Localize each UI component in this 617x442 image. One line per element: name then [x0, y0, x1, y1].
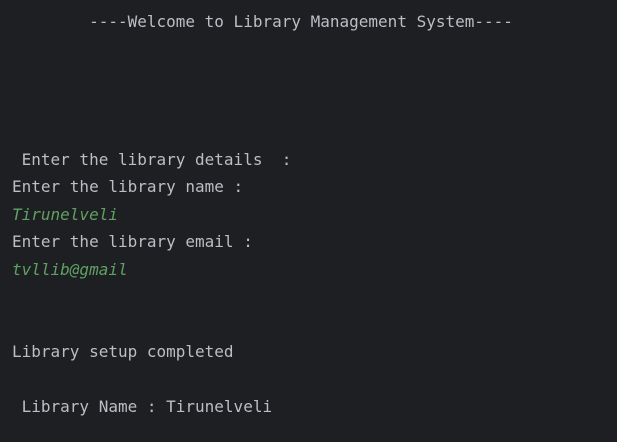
prompt-library-email: Enter the library email : — [12, 232, 253, 251]
console-output[interactable]: ----Welcome to Library Management System… — [0, 0, 617, 442]
welcome-banner: ----Welcome to Library Management System… — [12, 12, 513, 31]
prompt-library-name: Enter the library name : — [12, 177, 244, 196]
library-name-line: Library Name : Tirunelveli — [12, 397, 273, 416]
input-library-email: tvllib@gmail — [12, 260, 128, 279]
input-library-name: Tirunelveli — [12, 205, 118, 224]
prompt-library-details: Enter the library details : — [12, 150, 292, 169]
status-setup-completed: Library setup completed — [12, 342, 234, 361]
